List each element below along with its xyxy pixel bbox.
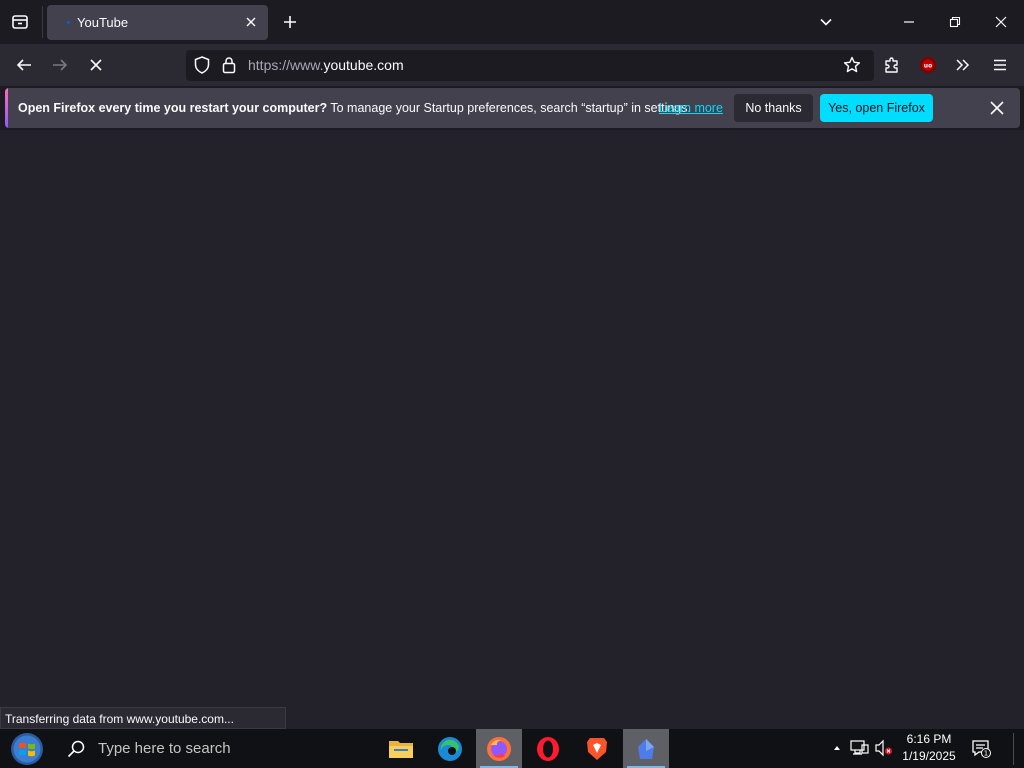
url-bar[interactable]: https://www.youtube.com	[186, 50, 874, 81]
stop-icon	[90, 59, 102, 71]
startup-notification-bar: Open Firefox every time you restart your…	[5, 88, 1020, 128]
edge-icon	[438, 736, 462, 761]
status-panel: Transferring data from www.youtube.com..…	[0, 707, 286, 729]
windows-logo-icon	[11, 733, 43, 765]
svg-text:uo: uo	[924, 63, 932, 70]
app-icon	[638, 738, 654, 759]
close-window-button[interactable]	[978, 0, 1024, 44]
firefox-view-button[interactable]	[6, 8, 34, 36]
arrow-right-icon	[53, 59, 68, 71]
stop-button[interactable]	[81, 50, 111, 80]
extensions-button[interactable]	[877, 50, 907, 80]
close-icon	[990, 101, 1004, 115]
clock-time: 6:16 PM	[906, 732, 952, 746]
loading-indicator	[67, 21, 70, 24]
volume-status[interactable]	[874, 738, 894, 758]
notification-icon: 1	[972, 740, 991, 758]
taskbar-search-box[interactable]: Type here to search	[56, 730, 376, 767]
notification-accent	[5, 88, 8, 128]
chevron-down-icon	[820, 18, 832, 26]
action-center-button[interactable]: 1	[971, 738, 991, 758]
search-placeholder: Type here to search	[98, 740, 231, 757]
show-desktop-button[interactable]	[1013, 733, 1019, 765]
back-button[interactable]	[9, 50, 39, 80]
clock-date: 1/19/2025	[902, 749, 956, 763]
taskbar-firefox[interactable]	[476, 729, 522, 768]
page-content[interactable]	[0, 130, 1024, 729]
taskbar-file-explorer[interactable]	[378, 729, 424, 768]
minimize-button[interactable]	[886, 0, 932, 44]
forward-button[interactable]	[45, 50, 75, 80]
notification-count: 1	[984, 750, 988, 758]
firefox-view-icon	[12, 15, 28, 29]
navigation-toolbar: https://www.youtube.com uo	[0, 44, 1024, 86]
close-icon	[995, 16, 1007, 28]
taskbar-opera[interactable]	[525, 729, 571, 768]
taskbar-brave[interactable]	[574, 729, 620, 768]
close-icon	[246, 17, 256, 27]
plus-icon	[284, 16, 296, 28]
notification-text: To manage your Startup preferences, sear…	[327, 101, 691, 115]
arrow-left-icon	[16, 59, 31, 71]
url-text: https://www.youtube.com	[248, 57, 404, 73]
double-chevron-right-icon	[956, 59, 970, 71]
tracking-protection-icon[interactable]	[193, 56, 211, 74]
speaker-muted-icon	[875, 739, 892, 757]
taskbar: Type here to search 6:16 PM 1/19/2025 1	[0, 729, 1024, 768]
star-icon	[843, 56, 861, 73]
network-icon	[850, 740, 869, 755]
search-icon	[66, 739, 86, 759]
network-status[interactable]	[850, 738, 870, 758]
list-all-tabs-button[interactable]	[803, 0, 849, 44]
taskbar-app[interactable]	[623, 729, 669, 768]
tab-title: YouTube	[77, 15, 129, 30]
close-tab-button[interactable]	[242, 13, 260, 31]
tab-separator	[42, 6, 43, 38]
folder-icon	[389, 740, 413, 758]
lock-icon	[222, 57, 236, 74]
chevron-up-icon	[834, 746, 840, 750]
taskbar-clock[interactable]: 6:16 PM 1/19/2025	[898, 731, 960, 765]
restore-button[interactable]	[932, 0, 978, 44]
site-info-button[interactable]	[220, 56, 238, 74]
brave-icon	[587, 737, 607, 760]
shield-icon	[194, 56, 210, 74]
firefox-icon	[487, 736, 511, 761]
hamburger-icon	[994, 59, 1006, 71]
learn-more-link[interactable]: Learn more	[659, 101, 723, 115]
taskbar-edge[interactable]	[427, 729, 473, 768]
yes-open-firefox-button[interactable]: Yes, open Firefox	[820, 94, 933, 122]
start-button[interactable]	[8, 731, 46, 767]
url-domain: youtube.com	[323, 57, 404, 73]
show-hidden-icons-button[interactable]	[827, 738, 847, 758]
title-bar: YouTube	[0, 0, 1024, 44]
url-prefix: https://www.	[248, 57, 324, 73]
notification-message: Open Firefox every time you restart your…	[18, 101, 691, 115]
opera-icon	[537, 736, 559, 761]
bookmark-button[interactable]	[843, 56, 861, 74]
application-menu-button[interactable]	[985, 50, 1015, 80]
tab-youtube[interactable]: YouTube	[47, 5, 268, 40]
puzzle-icon	[885, 57, 898, 73]
new-tab-button[interactable]	[277, 9, 303, 35]
notification-title: Open Firefox every time you restart your…	[18, 101, 328, 115]
close-notification-button[interactable]	[986, 97, 1008, 119]
ublock-icon: uo	[920, 57, 936, 73]
minimize-icon	[904, 21, 914, 23]
restore-icon	[949, 16, 961, 28]
no-thanks-button[interactable]: No thanks	[734, 94, 813, 122]
ublock-origin-button[interactable]: uo	[913, 50, 943, 80]
overflow-menu-button[interactable]	[948, 50, 978, 80]
